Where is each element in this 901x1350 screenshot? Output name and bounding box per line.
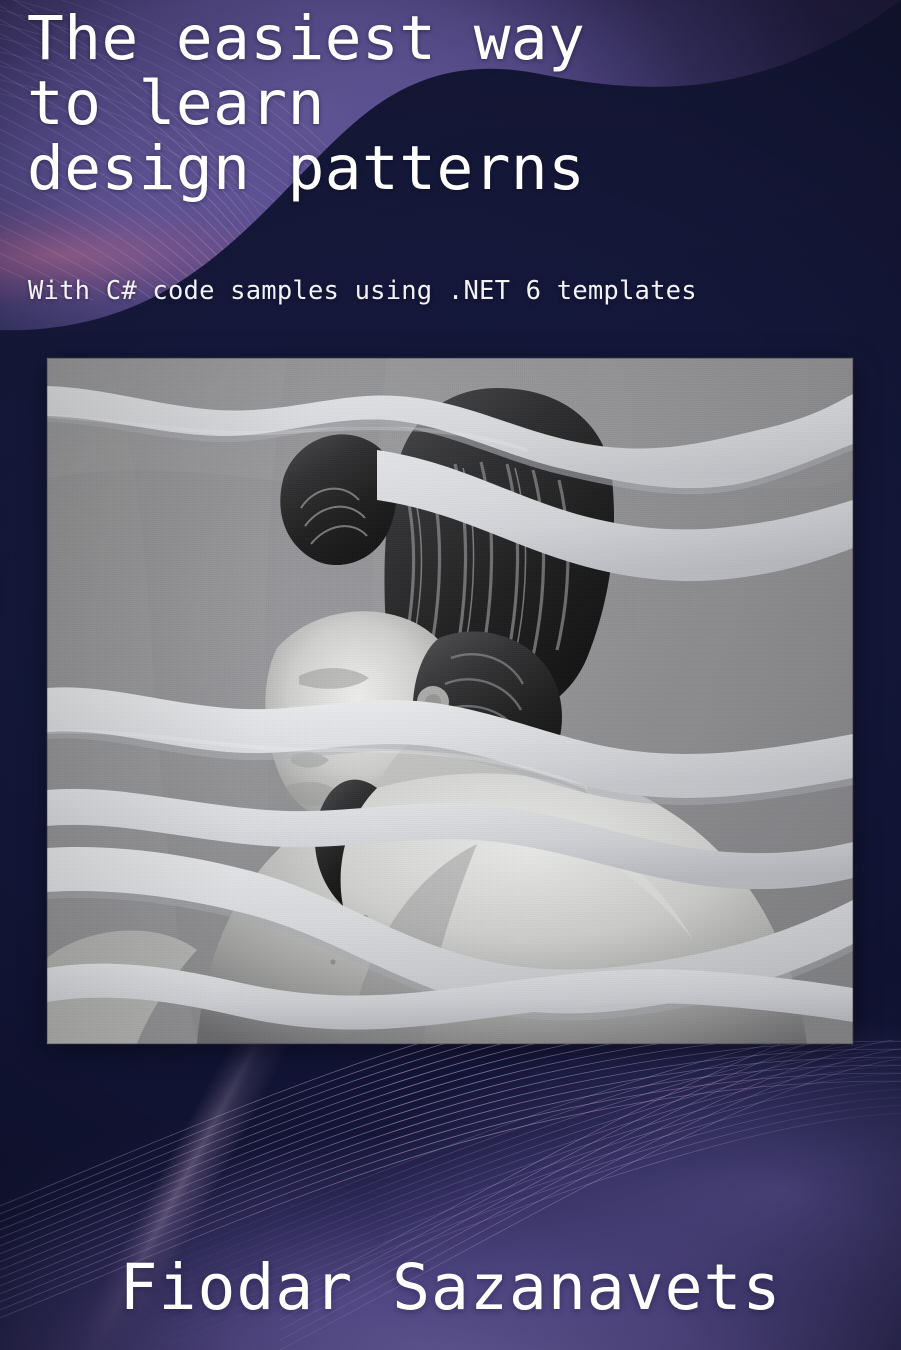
book-cover: The easiest way to learn design patterns… bbox=[0, 0, 901, 1350]
cover-artwork-photo bbox=[47, 358, 853, 1044]
cover-subtitle: With C# code samples using .NET 6 templa… bbox=[28, 276, 697, 306]
cover-author: Fiodar Sazanavets bbox=[119, 1251, 782, 1324]
sculpture-collage-illustration bbox=[47, 358, 853, 1044]
cover-title: The easiest way to learn design patterns bbox=[27, 3, 586, 204]
